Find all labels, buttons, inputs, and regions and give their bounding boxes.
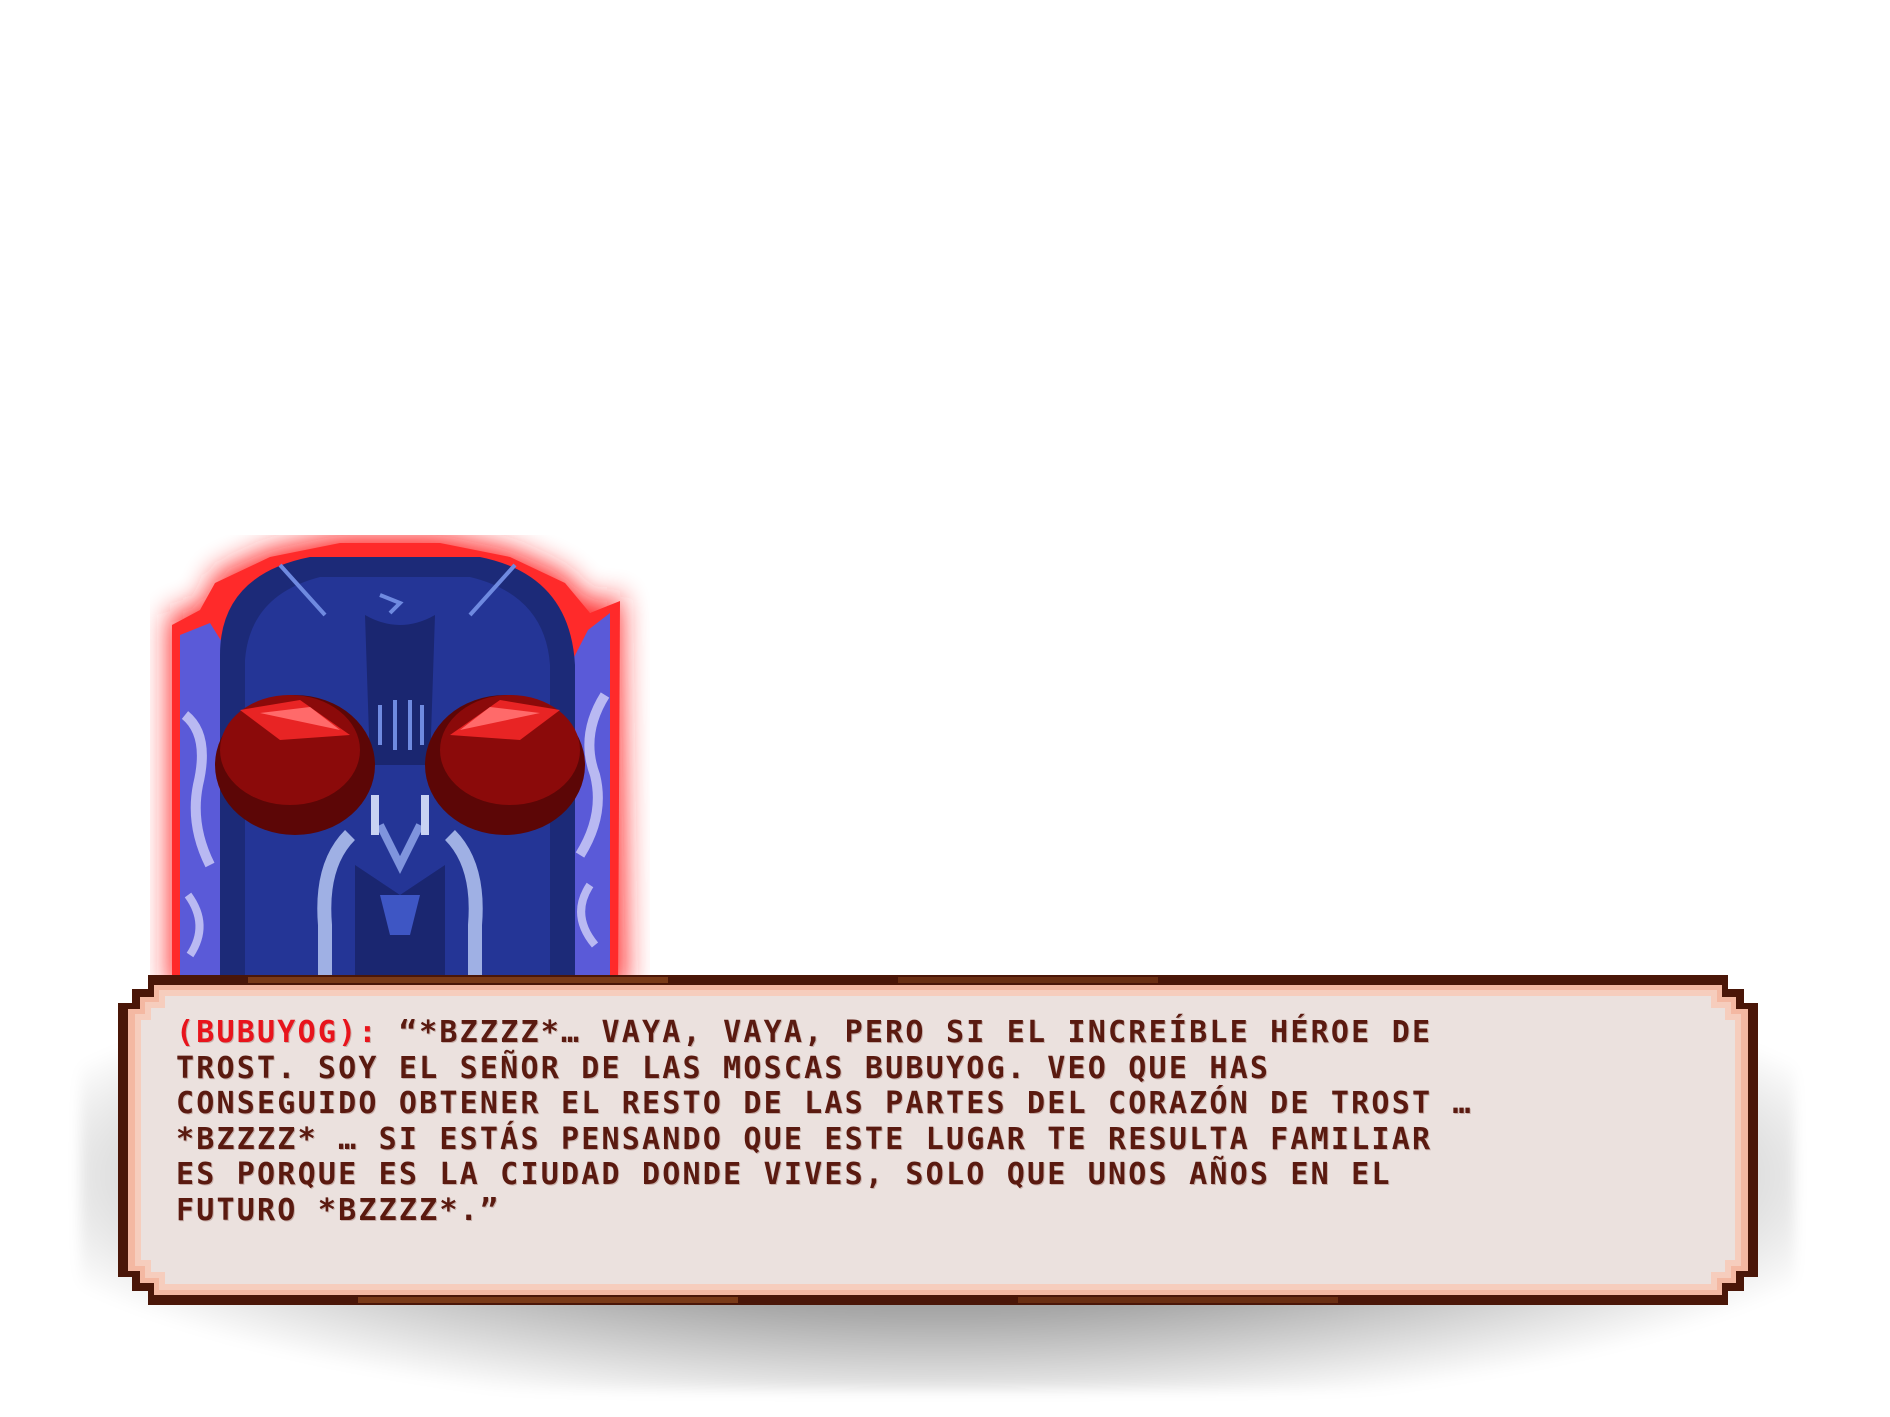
dialog-line-4: *BZZZZ* … SI ESTÁS PENSANDO QUE ESTE LUG… bbox=[176, 1121, 1433, 1157]
dialog-line-6: FUTURO *BZZZZ*.” bbox=[176, 1192, 501, 1228]
speaker-name: (BUBUYOG): bbox=[176, 1015, 379, 1050]
dialog-line-1: (BUBUYOG): “*BZZZZ*… VAYA, VAYA, PERO SI… bbox=[176, 1015, 1746, 1051]
dialog-line-1-text: “*BZZZZ*… VAYA, VAYA, PERO SI EL INCREÍB… bbox=[398, 1015, 1433, 1050]
dialog-text: (BUBUYOG): “*BZZZZ*… VAYA, VAYA, PERO SI… bbox=[176, 1015, 1746, 1228]
character-portrait bbox=[150, 535, 650, 990]
dialog-line-3: CONSEGUIDO OBTENER EL RESTO DE LAS PARTE… bbox=[176, 1086, 1473, 1121]
dialog-box[interactable]: (BUBUYOG): “*BZZZZ*… VAYA, VAYA, PERO SI… bbox=[118, 975, 1758, 1305]
game-screen: (BUBUYOG): “*BZZZZ*… VAYA, VAYA, PERO SI… bbox=[0, 0, 1890, 1417]
fly-lord-bubuyog-portrait-icon bbox=[172, 543, 620, 990]
dialog-line-5: ES PORQUE ES LA CIUDAD DONDE VIVES, SOLO… bbox=[176, 1157, 1392, 1192]
dialog-line-2: TROST. SOY EL SEÑOR DE LAS MOSCAS BUBUYO… bbox=[176, 1050, 1271, 1086]
